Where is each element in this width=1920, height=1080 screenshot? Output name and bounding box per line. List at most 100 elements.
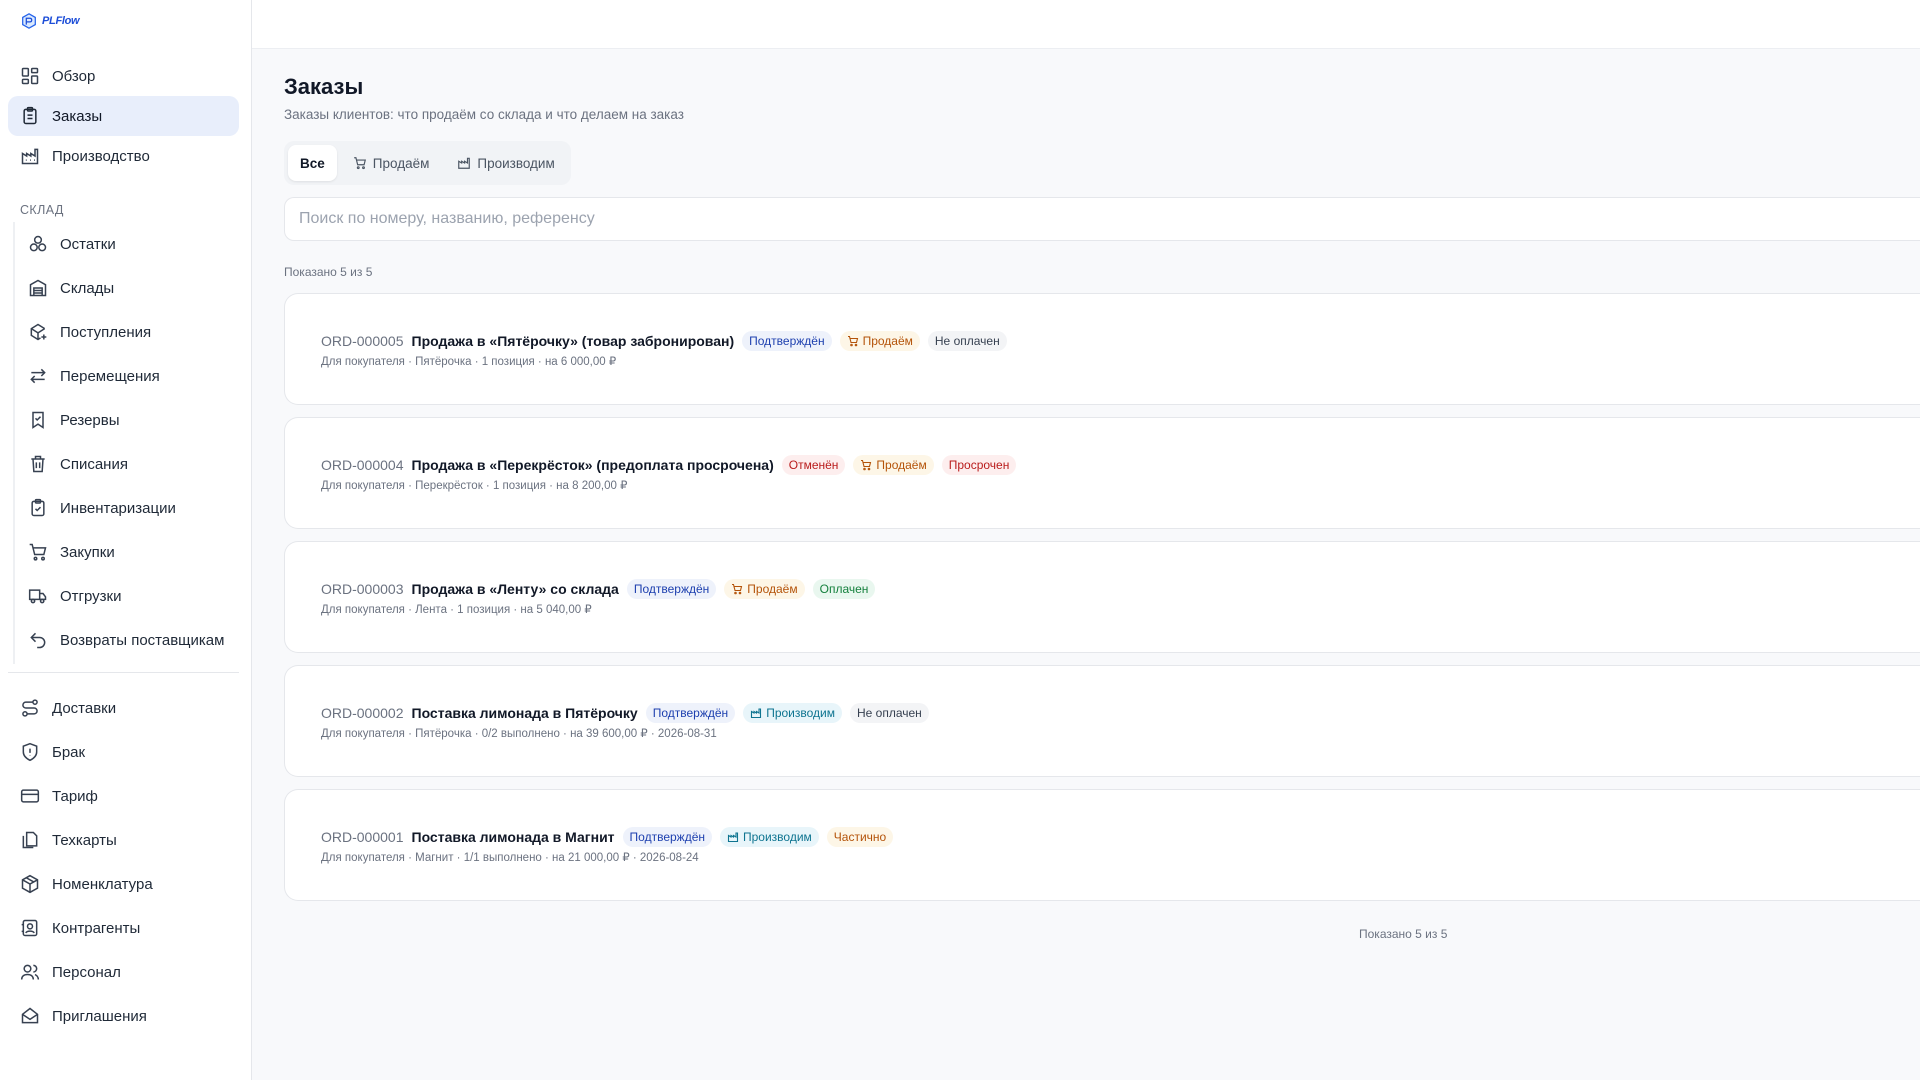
sidebar-item-staff[interactable]: Персонал xyxy=(8,950,239,994)
sidebar-item-invitations[interactable]: Приглашения xyxy=(8,994,239,1038)
sidebar-item-orders[interactable]: Заказы xyxy=(8,96,239,136)
order-details: Для покупателя · Пятёрочка · 1 позиция ·… xyxy=(321,356,617,368)
sidebar-item-label: Списания xyxy=(60,455,128,473)
sidebar-item-receipts[interactable]: Поступления xyxy=(8,310,239,354)
sidebar-item-tariff[interactable]: Тариф xyxy=(8,774,239,818)
orders-list: ORD-000005 Продажа в «Пятёрочку» (товар … xyxy=(284,293,1920,913)
order-type-tabs: Все Продаём Производим xyxy=(284,141,571,185)
sidebar-item-label: Техкарты xyxy=(52,831,117,849)
order-details: Для покупателя · Пятёрочка · 0/2 выполне… xyxy=(321,728,717,740)
sidebar-item-label: Брак xyxy=(52,743,86,761)
clipboard-list-icon xyxy=(23,106,37,125)
bookmark-check-icon xyxy=(32,411,44,429)
order-title: Поставка лимонада в Магнит xyxy=(411,829,615,845)
tab-selling[interactable]: Продаём xyxy=(341,145,442,181)
order-title: Продажа в «Пятёрочку» (товар забронирова… xyxy=(411,333,735,349)
badge-label: Оплачен xyxy=(819,582,869,596)
tab-producing[interactable]: Производим xyxy=(445,145,566,181)
status-badge: Просрочен xyxy=(941,455,1017,475)
sidebar-item-supplier-returns[interactable]: Возвраты поставщикам xyxy=(8,618,239,662)
sidebar-item-shipments[interactable]: Отгрузки xyxy=(8,574,239,618)
order-header: ORD-000003 Продажа в «Ленту» со склада П… xyxy=(321,579,876,599)
badge-label: Подтверждён xyxy=(749,334,825,348)
order-id: ORD-000004 xyxy=(321,457,404,473)
badge-label: Не оплачен xyxy=(934,334,1000,348)
order-card[interactable]: ORD-000005 Продажа в «Пятёрочку» (товар … xyxy=(284,293,1920,405)
truck-icon xyxy=(28,589,47,604)
sidebar-item-production[interactable]: Производство xyxy=(8,136,239,176)
topbar xyxy=(252,0,1920,49)
sidebar-item-overview[interactable]: Обзор xyxy=(8,56,239,96)
app-logo[interactable]: PLFlow xyxy=(20,8,80,34)
badge-label: Подтверждён xyxy=(652,706,729,720)
sidebar-item-transfers[interactable]: Перемещения xyxy=(8,354,239,398)
status-badge: Подтверждён xyxy=(626,579,717,599)
sidebar-item-label: Доставки xyxy=(52,699,117,717)
page-subtitle: Заказы клиентов: что продаём со склада и… xyxy=(284,107,684,122)
order-card[interactable]: ORD-000002 Поставка лимонада в Пятёрочку… xyxy=(284,665,1920,777)
package-icon xyxy=(21,874,39,894)
package-plus-icon xyxy=(30,323,47,341)
cart-icon xyxy=(29,543,47,561)
route-icon xyxy=(22,699,38,717)
users-icon xyxy=(20,964,40,980)
cart-icon xyxy=(353,157,366,170)
sidebar-item-label: Заказы xyxy=(52,107,103,125)
order-card[interactable]: ORD-000001 Поставка лимонада в Магнит По… xyxy=(284,789,1920,901)
badge-label: Просрочен xyxy=(948,458,1010,472)
boxes-icon xyxy=(29,235,47,252)
badge-label: Продаём xyxy=(862,334,913,348)
sidebar-item-writeoffs[interactable]: Списания xyxy=(8,442,239,486)
badge-label: Подтверждён xyxy=(629,830,705,844)
tab-all[interactable]: Все xyxy=(288,145,337,181)
status-badge: Частично xyxy=(826,827,894,847)
sidebar-item-label: Персонал xyxy=(52,963,121,981)
badge-label: Не оплачен xyxy=(856,706,922,720)
sidebar-item-label: Возвраты поставщикам xyxy=(60,631,225,649)
sidebar-item-label: Отгрузки xyxy=(60,587,122,605)
factory-icon xyxy=(727,832,739,843)
sidebar-item-label: Контрагенты xyxy=(52,919,141,937)
cart-icon xyxy=(732,583,743,595)
shield-alert-icon xyxy=(22,742,38,762)
sidebar-item-deliveries[interactable]: Доставки xyxy=(8,686,239,730)
badge-label: Производим xyxy=(766,706,835,720)
order-details: Для покупателя · Магнит · 1/1 выполнено … xyxy=(321,852,699,864)
search-input[interactable] xyxy=(284,197,1920,241)
order-card[interactable]: ORD-000004 Продажа в «Перекрёсток» (пред… xyxy=(284,417,1920,529)
warehouse-icon xyxy=(29,279,47,297)
mail-open-icon xyxy=(21,1007,39,1024)
sidebar-item-tech-cards[interactable]: Техкарты xyxy=(8,818,239,862)
sidebar-item-purchases[interactable]: Закупки xyxy=(8,530,239,574)
sidebar-item-stock[interactable]: Остатки xyxy=(8,222,239,266)
badge-label: Частично xyxy=(833,830,887,844)
grid-icon xyxy=(21,67,39,85)
sidebar-item-nomenclature[interactable]: Номенклатура xyxy=(8,862,239,906)
sidebar-item-counterparties[interactable]: Контрагенты xyxy=(8,906,239,950)
sidebar-item-defects[interactable]: Брак xyxy=(8,730,239,774)
sidebar-item-label: Тариф xyxy=(52,787,98,805)
sidebar-item-label: Перемещения xyxy=(60,367,160,385)
factory-icon xyxy=(751,708,762,719)
logo-icon xyxy=(22,13,36,29)
order-id: ORD-000002 xyxy=(321,705,404,721)
sidebar-item-label: Поступления xyxy=(60,323,152,341)
badge-label: Отменён xyxy=(788,458,839,472)
cart-icon xyxy=(847,335,858,347)
sidebar-item-label: Инвентаризации xyxy=(60,499,176,517)
contact-icon xyxy=(21,919,38,937)
order-header: ORD-000005 Продажа в «Пятёрочку» (товар … xyxy=(321,331,1007,351)
badge-label: Продаём xyxy=(747,582,798,596)
order-card[interactable]: ORD-000003 Продажа в «Ленту» со склада П… xyxy=(284,541,1920,653)
nav-main: Обзор Заказы Производство xyxy=(8,56,239,176)
status-badge: Не оплачен xyxy=(927,331,1007,351)
status-badge: Продаём xyxy=(839,331,920,351)
section-label-warehouse: СКЛАД xyxy=(20,203,64,217)
sidebar-item-reserves[interactable]: Резервы xyxy=(8,398,239,442)
order-details: Для покупателя · Перекрёсток · 1 позиция… xyxy=(321,480,628,492)
sidebar-item-inventories[interactable]: Инвентаризации xyxy=(8,486,239,530)
sidebar-item-label: Остатки xyxy=(60,235,116,253)
tab-label: Продаём xyxy=(372,155,430,171)
factory-icon xyxy=(21,148,39,165)
sidebar-item-warehouses[interactable]: Склады xyxy=(8,266,239,310)
